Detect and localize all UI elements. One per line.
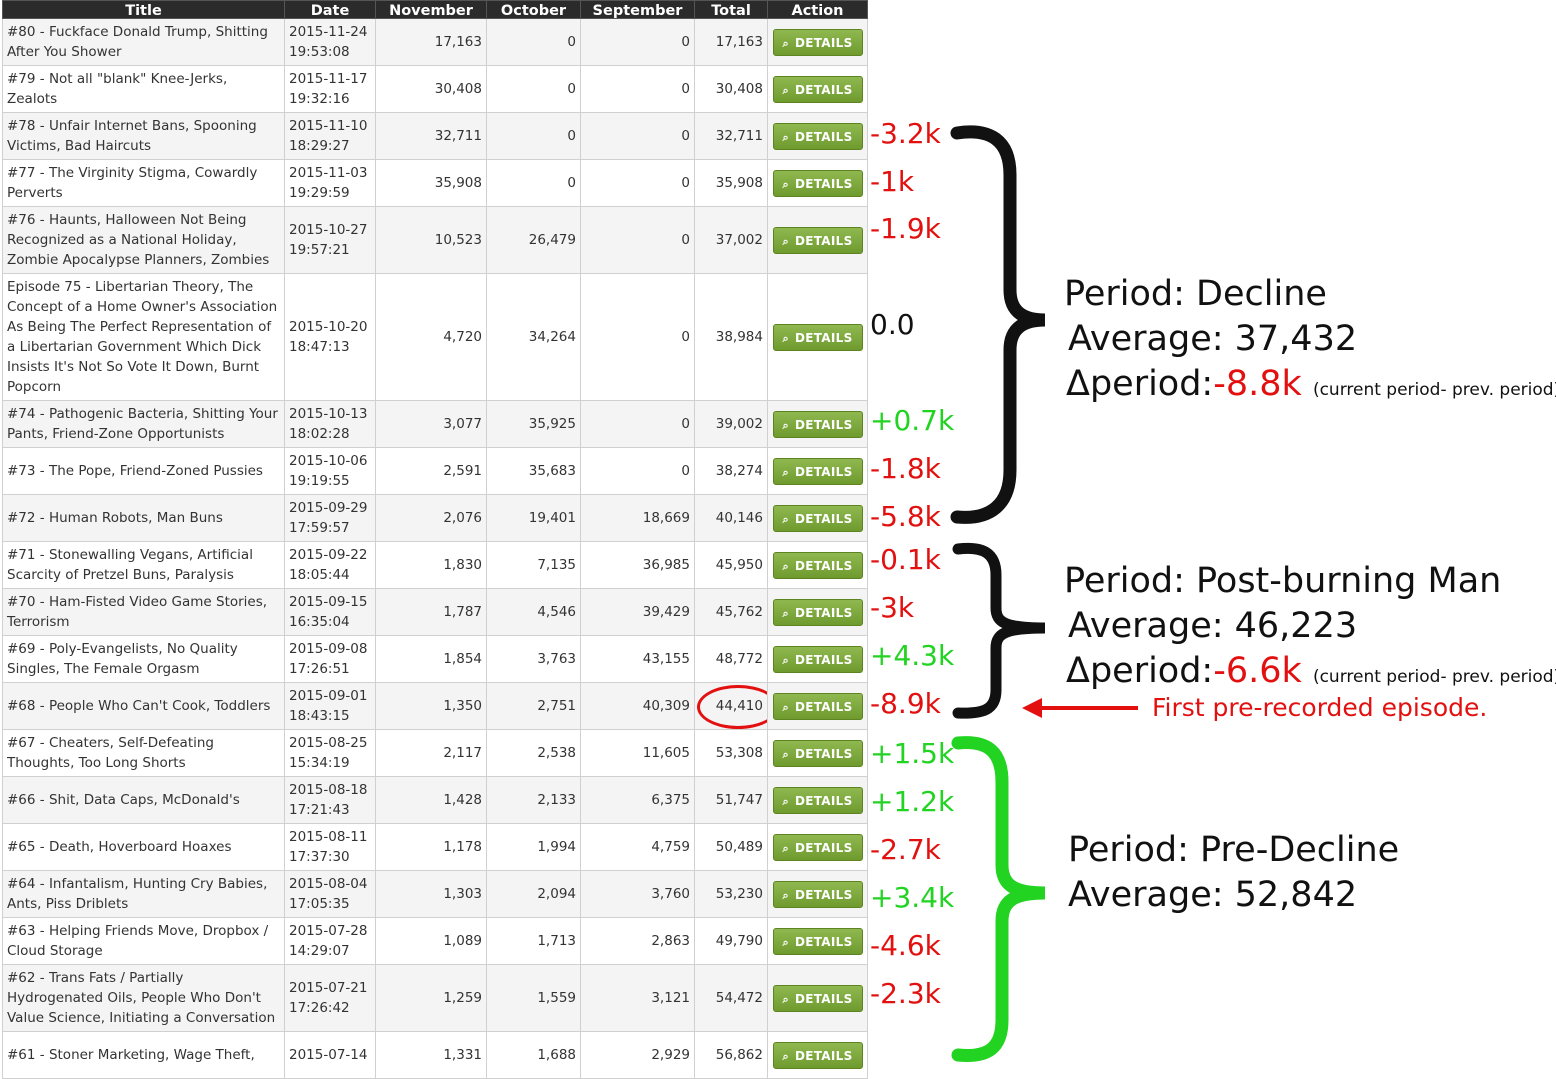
decline-period-block: Period: Decline Average: 37,432 Δperiod:…: [1064, 272, 1556, 413]
pre-decline-brace: [951, 736, 1046, 1063]
post-burning-man-delta-label: Δperiod:: [1066, 651, 1214, 691]
first-prerecorded-arrowhead: [1022, 698, 1042, 718]
decline-average-label: Average: 37,432: [1068, 319, 1358, 359]
post-burning-man-period-label: Period: Post-burning Man: [1064, 561, 1502, 601]
pre-decline-average-label: Average: 52,842: [1068, 875, 1358, 915]
pre-decline-period-block: Period: Pre-Decline Average: 52,842: [1068, 828, 1399, 918]
decline-delta-note: (current period- prev. period): [1312, 380, 1556, 400]
post-burning-man-delta-value: -6.6k: [1213, 651, 1302, 691]
post-burning-man-brace: [952, 542, 1046, 719]
post-burning-man-period-block: Period: Post-burning Man Average: 46,223…: [1064, 559, 1556, 700]
first-prerecorded-note: First pre-recorded episode.: [1152, 693, 1488, 722]
pre-decline-period-label: Period: Pre-Decline: [1068, 830, 1400, 870]
decline-delta-value: -8.8k: [1213, 364, 1302, 404]
decline-brace: [950, 125, 1046, 524]
decline-period-label: Period: Decline: [1064, 274, 1327, 314]
decline-delta-label: Δperiod:: [1066, 364, 1214, 404]
post-burning-man-average-label: Average: 46,223: [1068, 606, 1358, 646]
post-burning-man-delta-note: (current period- prev. period): [1312, 667, 1556, 687]
